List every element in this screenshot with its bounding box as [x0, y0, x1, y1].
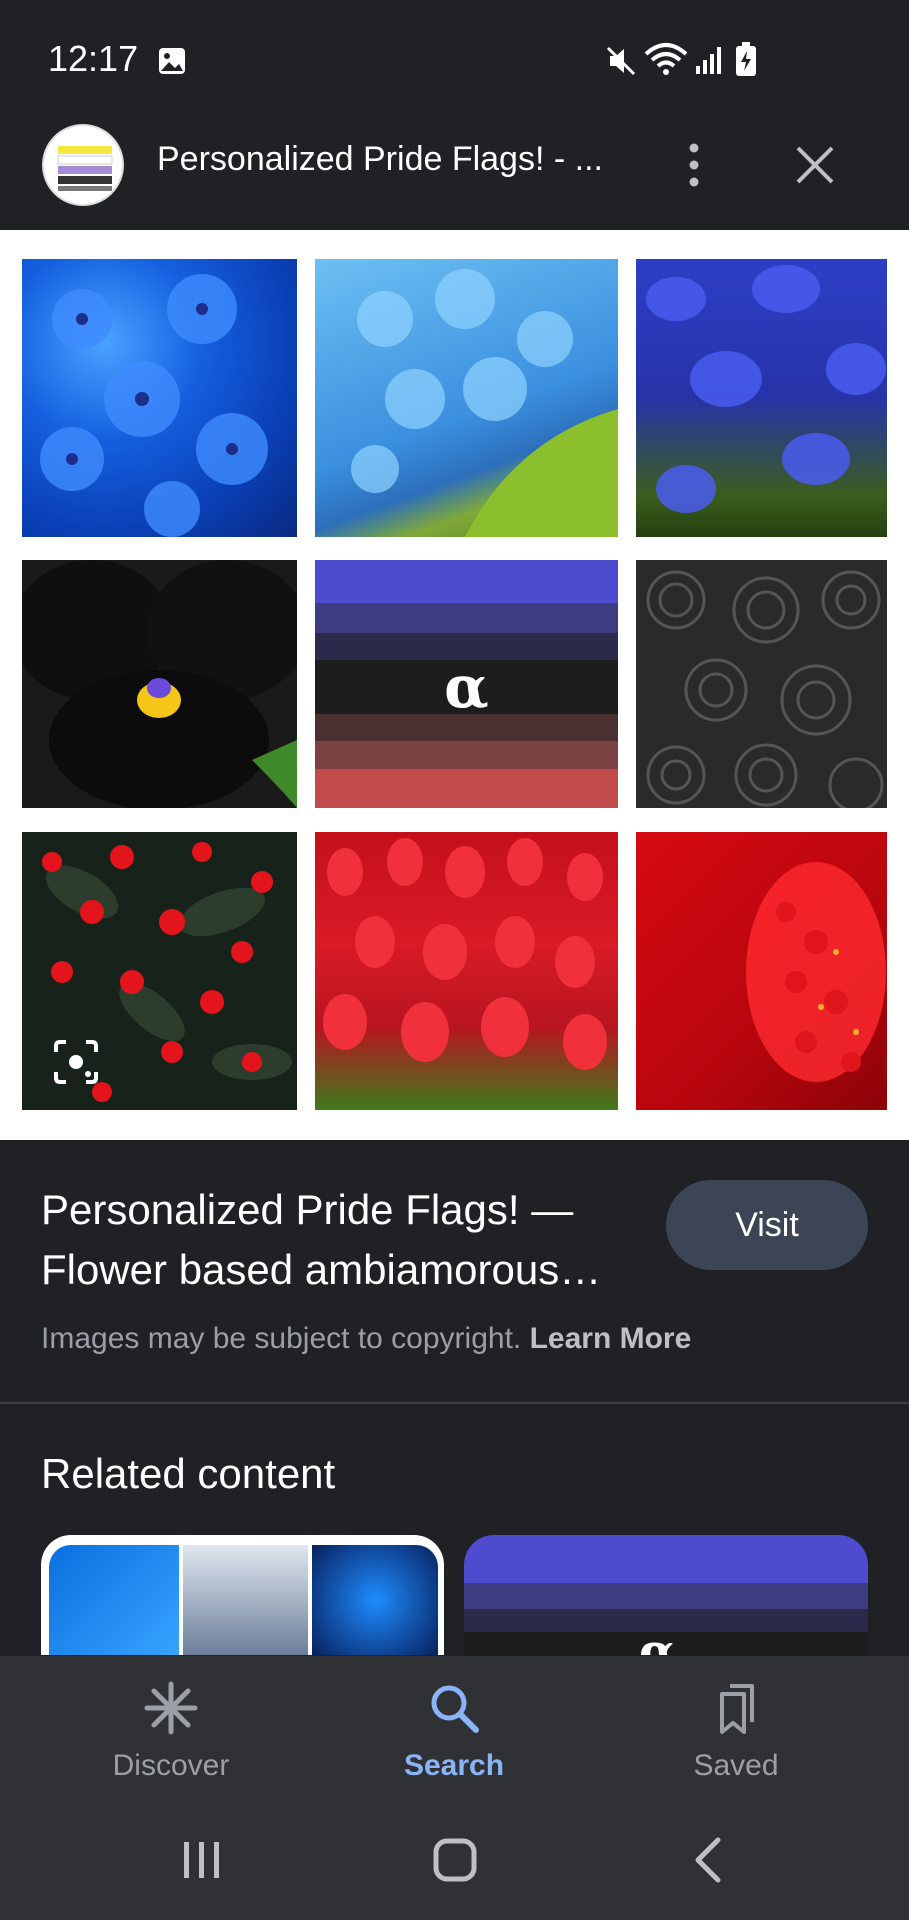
visit-button[interactable]: Visit — [666, 1180, 868, 1270]
red-impatiens-image — [22, 832, 297, 1110]
more-options-icon[interactable] — [674, 140, 714, 190]
gentian-image — [636, 259, 887, 537]
back-icon[interactable] — [680, 1830, 740, 1890]
alpha-symbol: α — [315, 653, 618, 721]
nav-saved[interactable]: Saved — [636, 1680, 836, 1783]
nav-search-label: Search — [403, 1749, 505, 1782]
asterisk-icon — [144, 1681, 198, 1735]
black-roses-image — [636, 560, 887, 808]
cornflower-image — [22, 259, 297, 537]
lens-icon[interactable] — [52, 1038, 100, 1086]
learn-more-link[interactable]: Learn More — [530, 1322, 692, 1355]
battery-charging-icon — [736, 42, 756, 76]
nav-discover-label: Discover — [112, 1749, 230, 1782]
black-pansy-image — [22, 560, 297, 808]
nav-saved-label: Saved — [693, 1749, 779, 1782]
nav-search[interactable]: Search — [354, 1680, 554, 1783]
red-tulips-image — [315, 832, 618, 1110]
related-title: Related content — [41, 1450, 336, 1497]
image-preview[interactable]: α — [0, 230, 909, 1140]
copyright-notice: Images may be subject to copyright. Lear… — [41, 1322, 691, 1356]
bookmark-icon — [720, 1684, 754, 1734]
signal-icon — [696, 47, 721, 74]
source-title[interactable]: Personalized Pride Flags! — Flower based… — [41, 1180, 651, 1300]
hydrangea-image — [315, 259, 618, 537]
related-card-cables[interactable] — [41, 1535, 444, 1655]
mute-icon — [606, 46, 636, 76]
wifi-icon — [644, 43, 688, 75]
search-icon — [431, 1685, 479, 1733]
status-time: 12:17 — [48, 38, 139, 79]
header-title[interactable]: Personalized Pride Flags! - ... — [157, 140, 617, 179]
home-icon[interactable] — [425, 1830, 485, 1890]
related-card-flag[interactable]: α — [464, 1535, 868, 1655]
nav-discover[interactable]: Discover — [71, 1680, 271, 1783]
ambiamorous-flag-image: α — [315, 560, 618, 808]
copyright-text: Images may be subject to copyright. — [41, 1322, 530, 1355]
recents-icon[interactable] — [172, 1830, 232, 1890]
red-gerbera-image — [636, 832, 887, 1110]
divider — [0, 1402, 909, 1404]
image-icon — [159, 48, 185, 74]
status-bar: 12:17 — [0, 0, 909, 112]
related-alpha-symbol: α — [639, 1632, 676, 1655]
site-logo — [42, 124, 124, 206]
close-icon[interactable] — [790, 140, 840, 190]
